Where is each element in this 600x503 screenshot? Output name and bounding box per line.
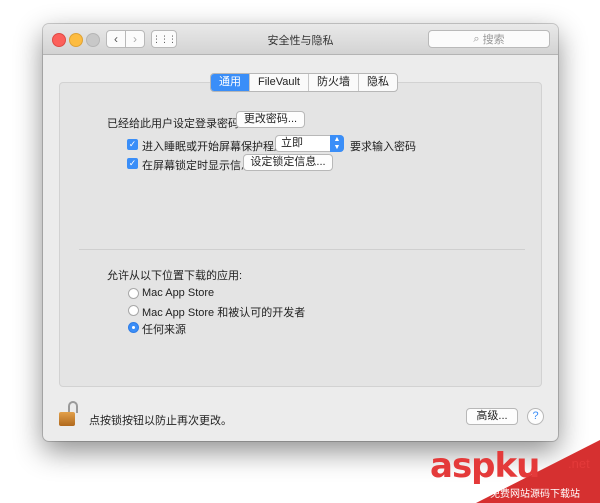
password-set-label: 已经给此用户设定登录密码 xyxy=(107,118,239,130)
require-password-checkbox[interactable]: ✓ xyxy=(127,139,138,150)
advanced-button[interactable]: 高级... xyxy=(466,408,518,425)
radio-mac-app-store[interactable] xyxy=(128,288,139,299)
select-value: 立即 xyxy=(281,137,303,149)
show-message-label: 在屏幕锁定时显示信息 xyxy=(142,160,252,172)
lock-hint-text: 点按锁按钮以防止再次更改。 xyxy=(89,415,232,427)
watermark-suffix: .net xyxy=(568,456,590,471)
require-password-suffix: 要求输入密码 xyxy=(350,141,416,153)
title-bar: ‹ › ⋮⋮⋮ 安全性与隐私 ⌕ 搜索 xyxy=(43,24,558,55)
search-placeholder: 搜索 xyxy=(482,34,505,46)
lock-icon[interactable] xyxy=(59,401,79,427)
require-password-delay-select[interactable]: 立即 ▲ ▼ xyxy=(275,135,344,152)
tab-bar: 通用 FileVault 防火墙 隐私 xyxy=(210,73,398,92)
show-message-checkbox[interactable]: ✓ xyxy=(127,158,138,169)
help-button[interactable]: ? xyxy=(527,408,544,425)
watermark-subtitle: 免费网站源码下载站 xyxy=(490,489,580,500)
search-icon: ⌕ xyxy=(473,32,480,45)
tab-firewall[interactable]: 防火墙 xyxy=(307,74,358,91)
search-field[interactable]: ⌕ 搜索 xyxy=(428,30,550,48)
radio-label: 任何来源 xyxy=(142,324,186,336)
radio-label: Mac App Store 和被认可的开发者 xyxy=(142,307,306,319)
radio-app-store-identified[interactable] xyxy=(128,305,139,316)
chevron-updown-icon: ▲ ▼ xyxy=(330,135,344,152)
radio-anywhere[interactable] xyxy=(128,322,139,333)
section-divider xyxy=(79,249,525,250)
allow-apps-label: 允许从以下位置下载的应用: xyxy=(107,270,243,282)
tab-privacy[interactable]: 隐私 xyxy=(357,74,397,91)
require-password-label: 进入睡眠或开始屏幕保护程序 xyxy=(142,141,285,153)
watermark-logo: aspku xyxy=(430,446,540,486)
tab-filevault[interactable]: FileVault xyxy=(249,74,308,91)
general-panel: 已经给此用户设定登录密码 更改密码... ✓ 进入睡眠或开始屏幕保护程序 立即 … xyxy=(59,82,542,387)
tab-general[interactable]: 通用 xyxy=(211,74,249,91)
set-lock-message-button[interactable]: 设定锁定信息... xyxy=(243,154,333,171)
change-password-button[interactable]: 更改密码... xyxy=(236,111,305,128)
preferences-window: ‹ › ⋮⋮⋮ 安全性与隐私 ⌕ 搜索 通用 FileVault 防火墙 隐私 … xyxy=(43,24,558,441)
radio-label: Mac App Store xyxy=(142,287,215,299)
